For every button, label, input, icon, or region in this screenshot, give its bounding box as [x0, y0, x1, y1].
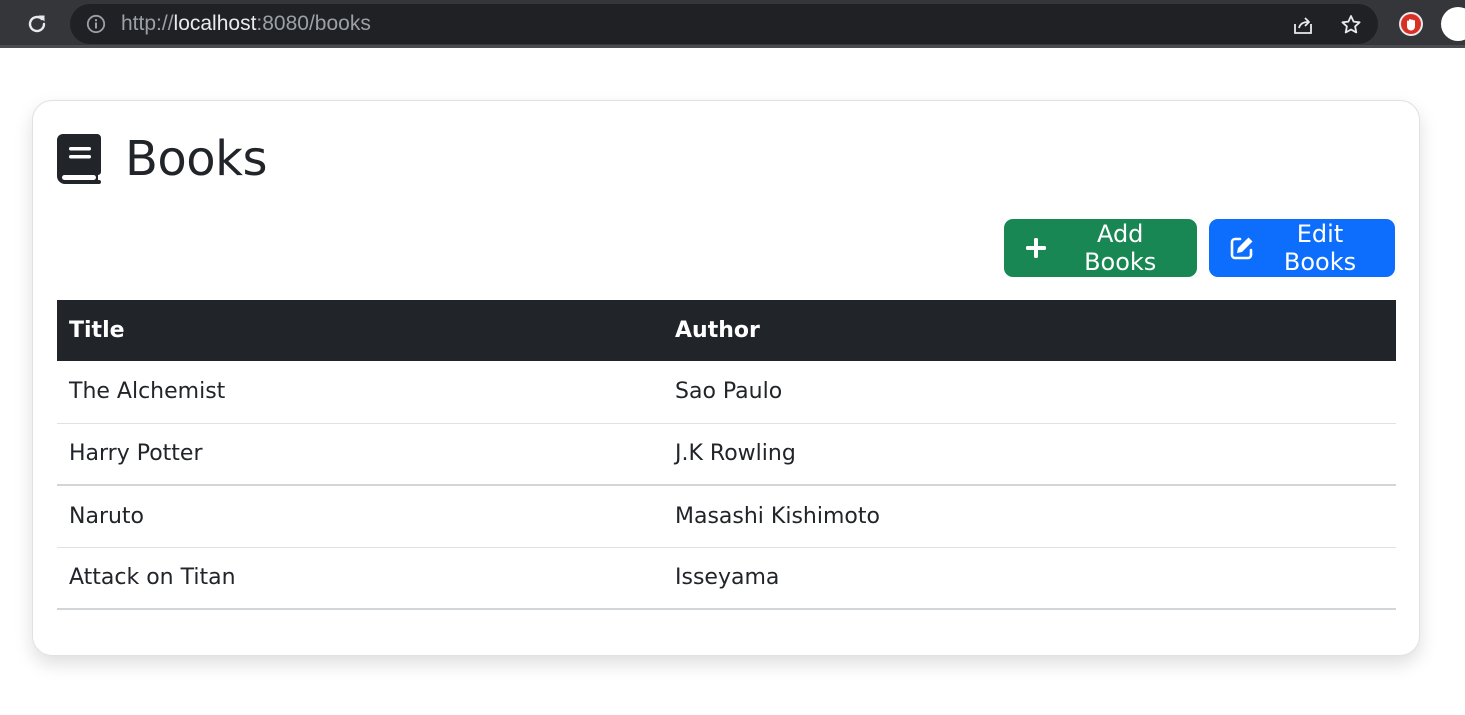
- table-header-row: Title Author: [57, 300, 1396, 361]
- book-title-cell: Naruto: [57, 485, 663, 548]
- book-author-cell: Isseyama: [663, 547, 1396, 610]
- book-title-cell: The Alchemist: [57, 361, 663, 424]
- book-author-cell: Masashi Kishimoto: [663, 485, 1396, 548]
- book-author-cell: J.K Rowling: [663, 423, 1396, 486]
- action-buttons: Add Books Edit Books: [1004, 219, 1395, 277]
- browser-toolbar: http://localhost:8080/books: [0, 0, 1465, 48]
- table-row: The Alchemist Sao Paulo: [57, 361, 1396, 424]
- add-books-button[interactable]: Add Books: [1004, 219, 1197, 277]
- star-icon[interactable]: [1338, 12, 1364, 38]
- share-icon[interactable]: [1290, 12, 1316, 38]
- edit-books-label: Edit Books: [1283, 220, 1357, 276]
- plus-icon: [1024, 235, 1047, 261]
- add-books-label: Add Books: [1084, 220, 1157, 276]
- page-title: Books: [125, 131, 267, 187]
- url-text[interactable]: http://localhost:8080/books: [121, 13, 371, 35]
- book-author-cell: Sao Paulo: [663, 361, 1396, 424]
- url-path: :8080/books: [256, 12, 371, 35]
- table-row: Naruto Masashi Kishimoto: [57, 485, 1396, 548]
- book-title-cell: Attack on Titan: [57, 547, 663, 610]
- column-header-title: Title: [69, 318, 125, 343]
- table-row: Harry Potter J.K Rowling: [57, 423, 1396, 486]
- url-host: localhost: [173, 12, 257, 35]
- profile-icon[interactable]: [1441, 7, 1465, 41]
- page-header: Books: [57, 131, 267, 187]
- table-row: Attack on Titan Isseyama: [57, 547, 1396, 610]
- address-bar[interactable]: http://localhost:8080/books: [70, 4, 1378, 44]
- book-title-cell: Harry Potter: [57, 423, 663, 486]
- table-body: The Alchemist Sao Paulo Harry Potter J.K…: [57, 361, 1396, 610]
- table-header: Title Author: [57, 300, 1396, 361]
- column-header-author: Author: [675, 318, 760, 343]
- book-icon: [57, 134, 101, 184]
- edit-books-button[interactable]: Edit Books: [1209, 219, 1395, 277]
- extension-icon[interactable]: [1398, 11, 1424, 37]
- books-card: Books Add Books Edit Books Title Author …: [32, 100, 1420, 656]
- info-icon[interactable]: [86, 14, 106, 34]
- books-table: Title Author The Alchemist Sao Paulo Har…: [57, 300, 1396, 610]
- edit-icon: [1229, 235, 1255, 261]
- reload-icon[interactable]: [22, 10, 52, 38]
- url-scheme: http://: [121, 12, 174, 35]
